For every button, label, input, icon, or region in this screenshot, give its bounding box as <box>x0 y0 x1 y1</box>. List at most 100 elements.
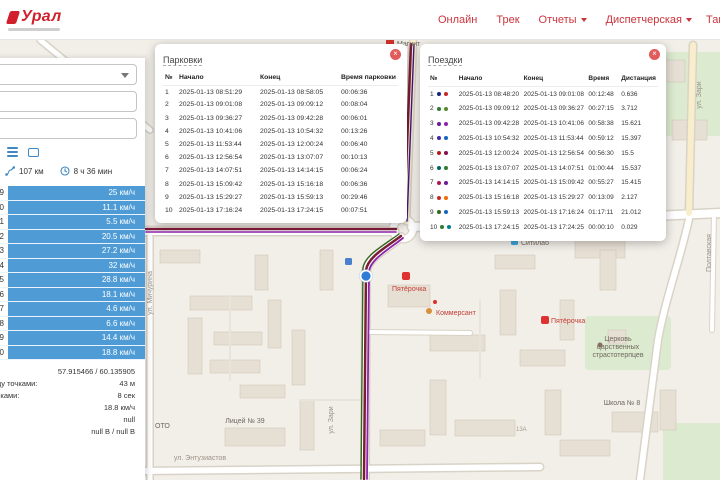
map-label-kommersant: Коммерсант <box>436 310 477 317</box>
parking-row[interactable]: 2 2025-01-13 09:01:08 2025-01-13 09:09:12 0… <box>163 98 398 111</box>
track-point-row[interactable]: 1220.5 км/ч <box>0 229 145 244</box>
track-points-table: 925 км/ч 1011.1 км/ч 115.5 км/ч 1220.5 к… <box>0 186 145 360</box>
trip-end-color-dot <box>443 106 448 111</box>
nav-track[interactable]: Трек <box>496 14 519 26</box>
info-row-altitude: Высота:null <box>123 415 135 424</box>
info-row-speed: Скорость:18.8 км/ч <box>103 403 135 412</box>
trip-start-color-dot <box>436 121 441 126</box>
clock-icon <box>60 166 70 176</box>
map-label-school: Школа № 8 <box>604 400 641 407</box>
track-point-row[interactable]: 1327.2 км/ч <box>0 244 145 259</box>
info-row-voltage: Напряжение:null В / null В <box>91 427 135 436</box>
nav-online[interactable]: Онлайн <box>438 14 477 26</box>
trip-start-color-dot <box>436 165 441 170</box>
trip-row[interactable]: 8 2025-01-13 15:16:18 2025-01-13 15:29:27 0… <box>428 190 658 205</box>
parking-row[interactable]: 4 2025-01-13 10:41:06 2025-01-13 10:54:32 0… <box>163 125 398 138</box>
map-label-bldg-13a: 13А <box>516 427 527 433</box>
track-point-row[interactable]: 1528.8 км/ч <box>0 273 145 288</box>
map-label-church-1: Церковь <box>604 336 632 343</box>
trip-row[interactable]: 5 2025-01-13 12:00:24 2025-01-13 12:56:54 0… <box>428 146 658 161</box>
map-label-lyceum: Лицей № 39 <box>225 417 265 425</box>
trip-end-color-dot <box>443 210 448 215</box>
map-label-zari-north: ул. Зари <box>696 81 703 108</box>
distance-stat: 107 км <box>5 166 44 176</box>
parking-row[interactable]: 8 2025-01-13 15:09:42 2025-01-13 15:16:18 0… <box>163 178 398 191</box>
trip-row[interactable]: 3 2025-01-13 09:42:28 2025-01-13 10:41:06 0… <box>428 116 658 131</box>
parking-row[interactable]: 3 2025-01-13 09:36:27 2025-01-13 09:42:28 0… <box>163 112 398 125</box>
transit-stop-icon <box>345 258 352 265</box>
pyaterochka-store-icon <box>402 272 410 280</box>
pyaterochka2-store-icon <box>541 316 549 324</box>
trip-end-color-dot <box>443 165 448 170</box>
track-point-row[interactable]: 2018.8 км/ч <box>0 345 145 360</box>
point-info-panel: Координаты:57.915466 / 60.135905 Расстоя… <box>0 367 145 439</box>
track-point-row[interactable]: 115.5 км/ч <box>0 215 145 230</box>
map-label-entuziastov: ул. Энтузиастов <box>174 455 227 462</box>
trip-row[interactable]: 2 2025-01-13 09:09:12 2025-01-13 09:36:27 0… <box>428 102 658 117</box>
vehicle-select[interactable] <box>0 64 137 85</box>
trip-row[interactable]: 9 2025-01-13 15:59:13 2025-01-13 17:16:24 0… <box>428 205 658 220</box>
date-to-input[interactable] <box>0 118 137 139</box>
duration-stat: 8 ч 36 мин <box>60 166 112 176</box>
track-stats: 107 км 8 ч 36 мин <box>0 166 145 176</box>
nav-dispatch[interactable]: Диспетчерская <box>606 14 692 26</box>
track-point-row[interactable]: 1618.1 км/ч <box>0 287 145 302</box>
track-point-row[interactable]: 1914.4 км/ч <box>0 331 145 346</box>
trips-panel: Поездки № Начало Конец Время Дистанция 1… <box>420 44 666 241</box>
trip-row[interactable]: 4 2025-01-13 10:54:32 2025-01-13 11:53:44 0… <box>428 131 658 146</box>
nav-user-label[interactable]: Тап <box>706 14 720 26</box>
info-row-coordinates: Координаты:57.915466 / 60.135905 <box>57 367 135 376</box>
kommersant-icon <box>426 308 432 314</box>
chevron-down-icon <box>580 17 587 22</box>
parking-row[interactable]: 1 2025-01-13 08:51:29 2025-01-13 08:58:05 0… <box>163 85 398 98</box>
trip-end-color-dot <box>443 92 448 97</box>
trip-end-color-dot <box>443 195 448 200</box>
trip-row[interactable]: 7 2025-01-13 14:14:15 2025-01-13 15:09:42 0… <box>428 176 658 191</box>
date-from-input[interactable] <box>0 91 137 112</box>
chevron-down-icon <box>686 17 692 22</box>
parkings-panel-title[interactable]: Парковки <box>163 55 203 66</box>
chart-icon[interactable] <box>28 147 39 157</box>
track-sidebar: 107 км 8 ч 36 мин 925 км/ч 1011.1 км/ч 1… <box>0 58 145 480</box>
map-label-pyaterochka2: Пятёрочка <box>551 318 585 325</box>
trip-end-color-dot <box>443 151 448 156</box>
app-window: Магнит Ситилаб Пятёрочка Коммерсант Пятё… <box>0 0 720 480</box>
sidebar-toolbar <box>0 147 145 157</box>
trip-start-color-dot <box>436 195 441 200</box>
map-label-poltavskaya: Полтавская <box>706 234 713 272</box>
track-point-row[interactable]: 1432 км/ч <box>0 258 145 273</box>
trip-row[interactable]: 1 2025-01-13 08:48:20 2025-01-13 09:01:08 0… <box>428 87 658 102</box>
track-point-row[interactable]: 1011.1 км/ч <box>0 200 145 215</box>
map-label-church-2: царственных <box>597 344 640 351</box>
trip-start-color-dot <box>436 210 441 215</box>
map-label-oto: ОТО <box>155 423 170 430</box>
track-point-row[interactable]: 174.6 км/ч <box>0 302 145 317</box>
list-icon[interactable] <box>7 147 18 157</box>
trip-end-color-dot <box>443 121 448 126</box>
parking-row[interactable]: 7 2025-01-13 14:07:51 2025-01-13 14:14:15 0… <box>163 164 398 177</box>
main-nav: Онлайн Трек Отчеты Диспетчерская <box>438 14 692 26</box>
trip-row[interactable]: 10 2025-01-13 17:24:15 2025-01-13 17:24:25… <box>428 220 658 235</box>
parking-row[interactable]: 10 2025-01-13 17:16:24 2025-01-13 17:24:15… <box>163 204 398 217</box>
parking-row[interactable]: 9 2025-01-13 15:29:27 2025-01-13 15:59:13 0… <box>163 191 398 204</box>
parking-row[interactable]: 5 2025-01-13 11:53:44 2025-01-13 12:00:24 0… <box>163 138 398 151</box>
trips-panel-title[interactable]: Поездки <box>428 55 463 66</box>
track-point-row[interactable]: 9 25 км/ч <box>0 186 145 201</box>
trip-start-color-dot <box>436 151 441 156</box>
close-icon[interactable] <box>649 49 660 60</box>
nav-reports[interactable]: Отчеты <box>539 14 587 26</box>
close-icon[interactable] <box>390 49 401 60</box>
map-label-michurina: ул. Мичурина <box>147 271 154 315</box>
logo[interactable]: Урал <box>5 8 61 31</box>
info-row-time: Время между точками:8 сек <box>0 391 135 400</box>
vehicle-marker[interactable] <box>359 269 373 283</box>
trip-row[interactable]: 6 2025-01-13 13:07:07 2025-01-13 14:07:51 0… <box>428 161 658 176</box>
track-point-row[interactable]: 186.6 км/ч <box>0 316 145 331</box>
top-navbar: Урал Онлайн Трек Отчеты Диспетчерская Та… <box>0 0 720 40</box>
trip-start-color-dot <box>440 225 445 230</box>
parking-row[interactable]: 6 2025-01-13 12:56:54 2025-01-13 13:07:07 0… <box>163 151 398 164</box>
logo-tagline <box>8 28 60 31</box>
map-label-zari-south: ул. Зари <box>328 406 335 433</box>
trip-start-color-dot <box>436 92 441 97</box>
trip-start-color-dot <box>436 180 441 185</box>
